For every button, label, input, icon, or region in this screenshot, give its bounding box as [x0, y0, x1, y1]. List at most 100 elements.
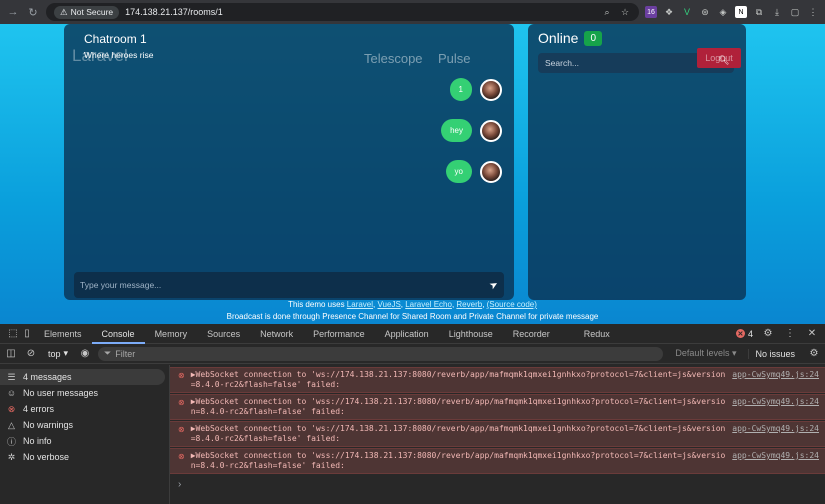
message-bubble: 1 [449, 78, 472, 101]
vue-devtools-icon[interactable]: V [681, 6, 693, 18]
list-icon: ☰ [7, 371, 16, 382]
sidebar-item-messages[interactable]: ☰ 4 messages [0, 369, 165, 385]
issues-button[interactable]: No issues [748, 348, 801, 359]
zoom-icon[interactable]: ⌕ [601, 6, 613, 18]
extensions-puzzle-icon[interactable]: ⧉ [753, 6, 765, 18]
footer-link-laravel[interactable]: Laravel [347, 300, 373, 309]
log-source-link[interactable]: app-CwSymq49.js:24 [732, 370, 819, 390]
clear-console-icon[interactable]: ⊘ [24, 348, 38, 359]
chat-message: hey [441, 119, 502, 142]
sidebar-item-user-messages[interactable]: ☺ No user messages [0, 385, 169, 401]
sidebar-item-label: No user messages [23, 388, 99, 398]
download-icon[interactable]: ⤓ [771, 6, 783, 18]
extension-icon[interactable]: ◈ [717, 6, 729, 18]
not-secure-badge[interactable]: ⚠ Not Secure [54, 5, 120, 19]
devtools-tab-bar: ⬚ ▯ Elements Console Memory Sources Netw… [0, 324, 825, 344]
log-entry-error[interactable]: ⊗ ▶WebSocket connection to 'wss://174.13… [170, 394, 825, 420]
extension-badge[interactable]: 16 [645, 6, 657, 18]
filter-placeholder: Filter [115, 348, 136, 359]
bug-icon: ✲ [7, 451, 16, 462]
device-toolbar-icon[interactable]: ▯ [20, 328, 34, 339]
security-label: Not Secure [70, 7, 114, 17]
tab-network[interactable]: Network [250, 324, 303, 344]
tab-sources[interactable]: Sources [197, 324, 250, 344]
log-message[interactable]: ▶WebSocket connection to 'wss://174.138.… [191, 397, 727, 417]
log-entry-error[interactable]: ⊗ ▶WebSocket connection to 'ws://174.138… [170, 421, 825, 447]
log-source-link[interactable]: app-CwSymq49.js:24 [732, 424, 819, 444]
log-message[interactable]: ▶WebSocket connection to 'wss://174.138.… [191, 451, 727, 471]
devtools-right-actions: ✕ 4 ⚙ ⋮ ✕ [735, 328, 819, 339]
online-title: Online [538, 30, 579, 46]
page-footer: This demo uses Laravel, VueJS, Laravel E… [0, 299, 825, 323]
search-icon[interactable]: 🔍︎ [718, 55, 729, 66]
laravel-logo[interactable]: Laravel [72, 46, 128, 66]
error-count-badge[interactable]: ✕ 4 [735, 328, 753, 339]
footer-link-vuejs[interactable]: VueJS [378, 300, 401, 309]
info-icon: ⓘ [6, 436, 16, 447]
message-input[interactable] [80, 280, 490, 290]
log-entry-error[interactable]: ⊗ ▶WebSocket connection to 'ws://174.138… [170, 367, 825, 393]
sidebar-item-errors[interactable]: ⊗ 4 errors [0, 401, 169, 417]
avatar [480, 119, 502, 142]
tab-lighthouse[interactable]: Lighthouse [439, 324, 503, 344]
log-levels-dropdown[interactable]: Default levels ▾ [669, 348, 742, 359]
sidebar-item-warnings[interactable]: △ No warnings [0, 417, 169, 433]
error-count: 4 [747, 328, 753, 339]
nav-telescope[interactable]: Telescope [364, 51, 423, 66]
log-message[interactable]: ▶WebSocket connection to 'ws://174.138.2… [191, 424, 727, 444]
sidebar-item-label: No info [23, 436, 52, 446]
tab-elements[interactable]: Elements [34, 324, 92, 344]
sidebar-item-info[interactable]: ⓘ No info [0, 433, 169, 449]
footer-link-reverb[interactable]: Reverb [456, 300, 482, 309]
sidebar-toggle-icon[interactable]: ◫ [4, 348, 18, 359]
footer-link-echo[interactable]: Laravel Echo [405, 300, 452, 309]
log-entry-error[interactable]: ⊗ ▶WebSocket connection to 'wss://174.13… [170, 448, 825, 474]
error-icon: ⊗ [7, 403, 16, 414]
message-bubble: yo [445, 160, 472, 183]
url-text[interactable]: 174.138.21.137/rooms/1 [125, 7, 223, 17]
online-header: Online 0 [538, 30, 603, 46]
close-icon[interactable]: ✕ [805, 328, 819, 339]
more-options-icon[interactable]: ⋮ [783, 328, 797, 339]
settings-gear-icon[interactable]: ⚙ [761, 328, 775, 339]
extension-icon[interactable]: N [735, 6, 747, 18]
caret-down-icon: ▾ [63, 348, 69, 358]
sidebar-item-label: 4 messages [23, 372, 72, 382]
tab-application[interactable]: Application [375, 324, 439, 344]
message-input-bar: ➤ [74, 272, 504, 298]
console-log: ⊗ ▶WebSocket connection to 'ws://174.138… [170, 365, 825, 504]
extension-icon[interactable]: ❖ [663, 6, 675, 18]
reload-icon[interactable]: ↻ [26, 6, 40, 19]
log-message[interactable]: ▶WebSocket connection to 'ws://174.138.2… [191, 370, 727, 390]
eye-icon[interactable]: ◉ [78, 348, 92, 359]
sidebar-item-verbose[interactable]: ✲ No verbose [0, 449, 169, 465]
forward-icon[interactable]: → [6, 6, 20, 18]
log-source-link[interactable]: app-CwSymq49.js:24 [732, 451, 819, 471]
console-filter[interactable]: ⏷ Filter [98, 346, 664, 361]
context-label: top [48, 348, 61, 359]
footer-source-link[interactable]: (Source code) [487, 300, 537, 309]
menu-icon[interactable]: ⋮ [807, 6, 819, 18]
warning-icon: △ [8, 419, 15, 430]
tab-memory[interactable]: Memory [145, 324, 198, 344]
extension-icon[interactable]: ⊛ [699, 6, 711, 18]
console-sidebar: ☰ 4 messages ☺ No user messages ⊗ 4 erro… [0, 365, 170, 504]
nav-pulse[interactable]: Pulse [438, 51, 471, 66]
error-icon: ⊗ [178, 452, 185, 461]
context-selector[interactable]: top ▾ [44, 348, 72, 359]
profile-icon[interactable]: ▢ [789, 6, 801, 18]
footer-line-2: Broadcast is done through Presence Chann… [226, 312, 599, 321]
sidebar-item-label: 4 errors [23, 404, 55, 414]
footer-line-1: This demo uses Laravel, VueJS, Laravel E… [288, 300, 537, 309]
console-settings-gear-icon[interactable]: ⚙ [807, 348, 821, 359]
tab-performance[interactable]: Performance [303, 324, 375, 344]
bookmark-star-icon[interactable]: ☆ [619, 6, 631, 18]
inspect-icon[interactable]: ⬚ [6, 328, 20, 339]
tab-console[interactable]: Console [91, 324, 145, 344]
tab-redux[interactable]: Redux [574, 324, 620, 344]
tab-recorder[interactable]: Recorder [503, 324, 560, 344]
log-source-link[interactable]: app-CwSymq49.js:24 [732, 397, 819, 417]
sidebar-item-label: No warnings [23, 420, 74, 430]
console-prompt[interactable]: › [170, 475, 825, 494]
address-bar[interactable]: ⚠ Not Secure 174.138.21.137/rooms/1 ⌕ ☆ [46, 3, 639, 21]
